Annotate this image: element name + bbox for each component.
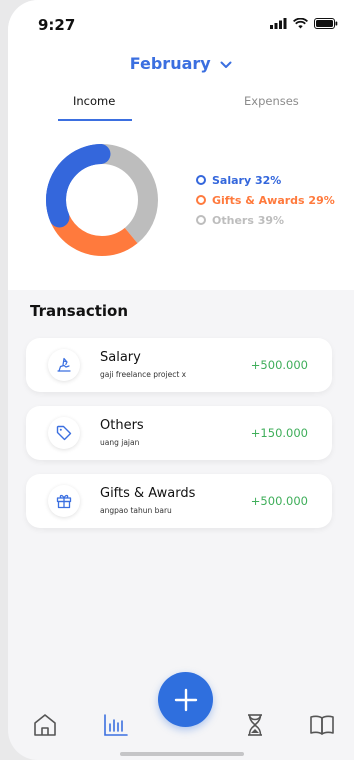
status-icons: [270, 18, 338, 29]
status-bar: 9:27: [8, 0, 354, 46]
transaction-title: Salary: [100, 350, 141, 365]
tag-icon: [48, 417, 80, 449]
summary-card: 9:27 February Income Expenses Salary 32%…: [8, 0, 354, 290]
active-tab-indicator: [58, 119, 132, 121]
wifi-icon: [293, 18, 308, 29]
home-indicator: [120, 752, 244, 756]
legend-dot-others: [196, 215, 206, 225]
transaction-card-gifts[interactable]: Gifts & Awards angpao tahun baru +500.00…: [26, 474, 332, 528]
transaction-card-salary[interactable]: Salary gaji freelance project x +500.000: [26, 338, 332, 392]
income-donut-chart: [46, 144, 158, 256]
tab-expenses[interactable]: Expenses: [244, 94, 299, 108]
home-icon[interactable]: [32, 712, 58, 738]
month-selector[interactable]: February: [8, 54, 354, 73]
legend-label-gifts: Gifts & Awards 29%: [212, 193, 335, 207]
battery-icon: [314, 18, 338, 29]
chart-legend: Salary 32% Gifts & Awards 29% Others 39%: [196, 170, 335, 230]
signal-icon: [270, 18, 287, 29]
phone-screen: 9:27 February Income Expenses Salary 32%…: [8, 0, 354, 760]
gift-icon: [48, 485, 80, 517]
transaction-amount: +150.000: [250, 426, 308, 440]
transaction-card-others[interactable]: Others uang jajan +150.000: [26, 406, 332, 460]
add-icon: [174, 688, 197, 711]
money-hand-icon: [48, 349, 80, 381]
legend-label-salary: Salary 32%: [212, 173, 282, 187]
transaction-subtitle: gaji freelance project x: [100, 370, 187, 379]
chart-icon[interactable]: [103, 712, 129, 738]
section-title-transaction: Transaction: [30, 302, 129, 320]
status-time: 9:27: [38, 16, 76, 34]
legend-dot-gifts: [196, 195, 206, 205]
transaction-subtitle: angpao tahun baru: [100, 506, 172, 515]
hourglass-icon[interactable]: [242, 712, 268, 738]
tab-income[interactable]: Income: [73, 94, 115, 108]
legend-item-others: Others 39%: [196, 210, 335, 230]
month-label: February: [129, 54, 211, 73]
income-expense-tabs: Income Expenses: [8, 90, 354, 122]
chevron-down-icon: [220, 61, 232, 68]
legend-item-salary: Salary 32%: [196, 170, 335, 190]
add-transaction-button[interactable]: [158, 672, 213, 727]
book-icon[interactable]: [309, 712, 335, 738]
legend-item-gifts: Gifts & Awards 29%: [196, 190, 335, 210]
legend-dot-salary: [196, 175, 206, 185]
legend-label-others: Others 39%: [212, 213, 285, 227]
transaction-subtitle: uang jajan: [100, 438, 140, 447]
transaction-title: Gifts & Awards: [100, 486, 196, 501]
transaction-amount: +500.000: [250, 358, 308, 372]
transaction-title: Others: [100, 418, 144, 433]
transaction-amount: +500.000: [250, 494, 308, 508]
